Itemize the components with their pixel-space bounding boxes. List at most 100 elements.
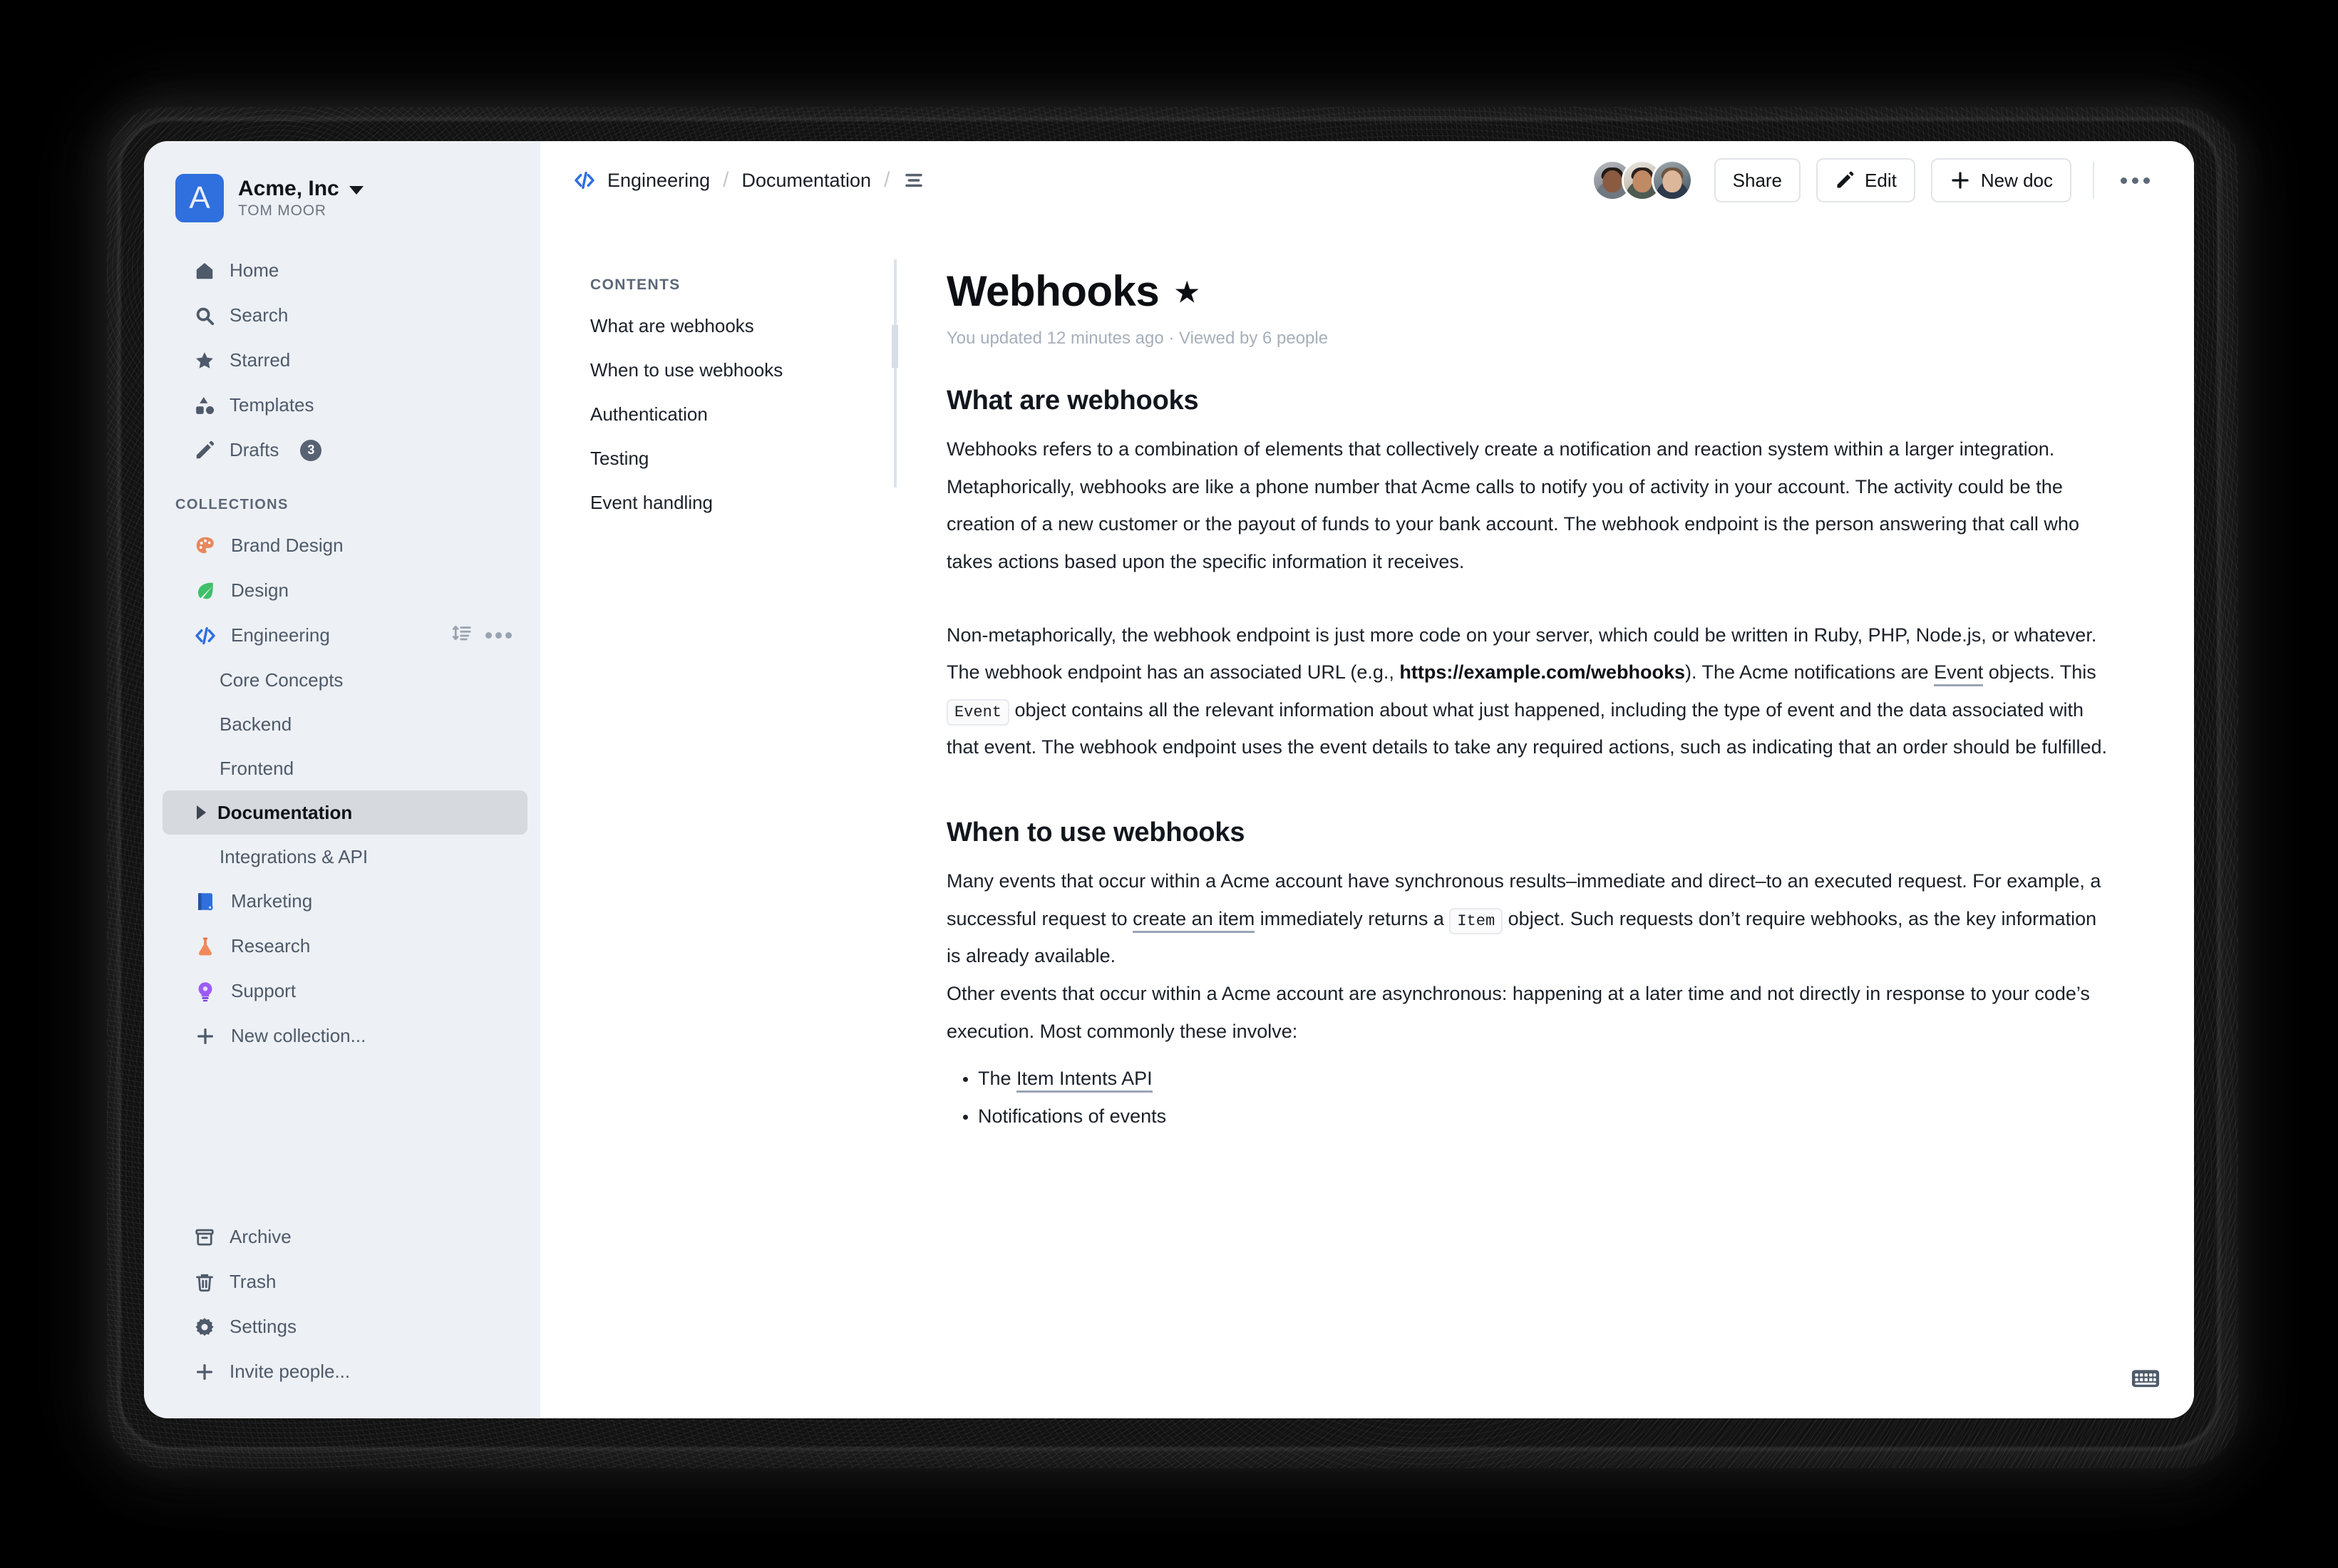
paragraph-with-inline-elements: Many events that occur within a Acme acc… xyxy=(947,862,2108,975)
toc-item-when-to-use-webhooks[interactable]: When to use webhooks xyxy=(590,359,897,381)
flask-icon xyxy=(194,935,217,958)
workspace-switcher[interactable]: A Acme, Inc TOM MOOR xyxy=(144,141,540,222)
keyboard-icon[interactable] xyxy=(2130,1363,2161,1394)
sidebar-item-label: Search xyxy=(230,304,289,326)
pencil-icon xyxy=(194,440,215,461)
workspace-logo: A xyxy=(175,174,224,222)
sidebar-item-design[interactable]: Design xyxy=(163,568,527,613)
sidebar-item-search[interactable]: Search xyxy=(163,293,527,338)
templates-icon xyxy=(194,395,215,416)
list-item-text: Notifications of events xyxy=(978,1105,1167,1127)
plus-icon xyxy=(194,1361,215,1383)
sidebar-item-label: Marketing xyxy=(231,890,313,912)
primary-nav: Home Search Starred Templates Drafts 3 xyxy=(144,248,540,473)
content-row: CONTENTS What are webhooks When to use w… xyxy=(540,220,2194,1418)
sidebar-item-label: Integrations & API xyxy=(220,845,369,867)
sidebar-item-label: Drafts xyxy=(230,439,279,460)
more-icon[interactable] xyxy=(485,632,512,639)
section-heading-when-to-use-webhooks: When to use webhooks xyxy=(947,817,1245,848)
edit-button[interactable]: Edit xyxy=(1816,158,1915,202)
sidebar-item-label: Starred xyxy=(230,349,291,371)
sidebar-item-label: Research xyxy=(231,935,311,956)
sidebar-item-home[interactable]: Home xyxy=(163,248,527,293)
paragraph-text: objects. This xyxy=(1983,661,2096,684)
sidebar-item-archive[interactable]: Archive xyxy=(163,1214,527,1259)
sidebar-item-documentation[interactable]: Documentation xyxy=(163,790,527,835)
event-link[interactable]: Event xyxy=(1934,661,1984,687)
document-title-text: Webhooks xyxy=(947,267,1160,315)
collection-actions xyxy=(451,622,512,649)
breadcrumb-separator: / xyxy=(723,168,729,192)
paragraph-text: immediately returns a xyxy=(1255,907,1450,929)
hamburger-icon[interactable] xyxy=(902,169,925,192)
star-filled-icon[interactable]: ★ xyxy=(1175,279,1199,306)
sort-icon[interactable] xyxy=(451,622,473,649)
sidebar-item-brand-design[interactable]: Brand Design xyxy=(163,523,527,568)
sidebar-item-marketing[interactable]: Marketing xyxy=(163,879,527,924)
toc-item-what-are-webhooks[interactable]: What are webhooks xyxy=(590,315,897,337)
inline-url[interactable]: https://example.com/webhooks xyxy=(1399,661,1685,683)
sidebar-item-core-concepts[interactable]: Core Concepts xyxy=(163,658,527,702)
sidebar-item-label: Engineering xyxy=(231,624,330,646)
new-collection-button[interactable]: New collection... xyxy=(163,1013,527,1058)
home-icon xyxy=(194,260,215,282)
paragraph-text: object contains all the relevant informa… xyxy=(947,698,2108,758)
sidebar-item-label: Trash xyxy=(230,1271,277,1292)
scrollbar-track[interactable] xyxy=(892,259,898,488)
search-icon xyxy=(194,305,215,326)
topbar: Engineering / Documentation / Share Edit… xyxy=(540,141,2194,220)
collections-header: COLLECTIONS xyxy=(175,497,289,512)
sidebar-item-support[interactable]: Support xyxy=(163,969,527,1013)
toc-item-event-handling[interactable]: Event handling xyxy=(590,492,897,514)
sidebar-item-drafts[interactable]: Drafts 3 xyxy=(163,428,527,473)
leaf-icon xyxy=(194,579,217,602)
sidebar-item-invite-people[interactable]: Invite people... xyxy=(163,1349,527,1394)
list-item: Notifications of events xyxy=(978,1098,2108,1135)
sidebar-item-settings[interactable]: Settings xyxy=(163,1304,527,1349)
scrollbar-thumb[interactable] xyxy=(892,325,898,368)
app-window: A Acme, Inc TOM MOOR Home Search Starred… xyxy=(144,141,2194,1418)
sidebar-item-label: Backend xyxy=(220,713,292,735)
sidebar-item-backend[interactable]: Backend xyxy=(163,702,527,746)
star-icon xyxy=(194,350,215,371)
document-meta: You updated 12 minutes ago · Viewed by 6… xyxy=(947,329,1329,348)
create-an-item-link[interactable]: create an item xyxy=(1133,907,1255,933)
table-of-contents: CONTENTS What are webhooks When to use w… xyxy=(540,220,898,1418)
avatar[interactable] xyxy=(1651,160,1693,201)
sidebar-item-templates[interactable]: Templates xyxy=(163,383,527,428)
plus-icon xyxy=(1950,170,1971,191)
breadcrumb-separator: / xyxy=(884,168,890,192)
sidebar: A Acme, Inc TOM MOOR Home Search Starred… xyxy=(144,141,540,1418)
sidebar-item-label: Design xyxy=(231,579,289,601)
edit-button-label: Edit xyxy=(1865,169,1897,191)
chevron-down-icon[interactable] xyxy=(349,186,364,195)
ellipsis-icon[interactable] xyxy=(2116,161,2154,200)
breadcrumb: Engineering / Documentation / xyxy=(573,168,925,192)
sidebar-item-label: Archive xyxy=(230,1226,292,1247)
sidebar-item-starred[interactable]: Starred xyxy=(163,338,527,383)
share-button[interactable]: Share xyxy=(1714,158,1801,202)
sidebar-item-integrations-api[interactable]: Integrations & API xyxy=(163,835,527,879)
desktop-background: A Acme, Inc TOM MOOR Home Search Starred… xyxy=(0,0,2338,1568)
toc-header: CONTENTS xyxy=(590,277,681,293)
toc-item-authentication[interactable]: Authentication xyxy=(590,403,897,425)
item-intents-api-link[interactable]: Item Intents API xyxy=(1016,1068,1153,1093)
collaborator-avatars[interactable] xyxy=(1591,160,1693,201)
sidebar-item-trash[interactable]: Trash xyxy=(163,1259,527,1304)
breadcrumb-collection[interactable]: Engineering xyxy=(607,170,710,192)
toc-item-testing[interactable]: Testing xyxy=(590,448,897,470)
new-doc-button[interactable]: New doc xyxy=(1930,158,2071,202)
page-title: Webhooks ★ xyxy=(947,267,2108,316)
sidebar-item-research[interactable]: Research xyxy=(163,924,527,969)
workspace-name-row: Acme, Inc xyxy=(238,177,364,201)
new-doc-button-label: New doc xyxy=(1980,169,2053,191)
breadcrumb-document[interactable]: Documentation xyxy=(741,170,871,192)
plus-icon xyxy=(194,1025,217,1048)
sidebar-item-label: Settings xyxy=(230,1316,297,1337)
book-icon xyxy=(194,890,217,913)
sidebar-item-engineering[interactable]: Engineering xyxy=(163,613,527,658)
sidebar-item-frontend[interactable]: Frontend xyxy=(163,746,527,790)
disclosure-triangle-icon[interactable] xyxy=(197,805,206,820)
paragraph: Webhooks refers to a combination of elem… xyxy=(947,438,2055,460)
